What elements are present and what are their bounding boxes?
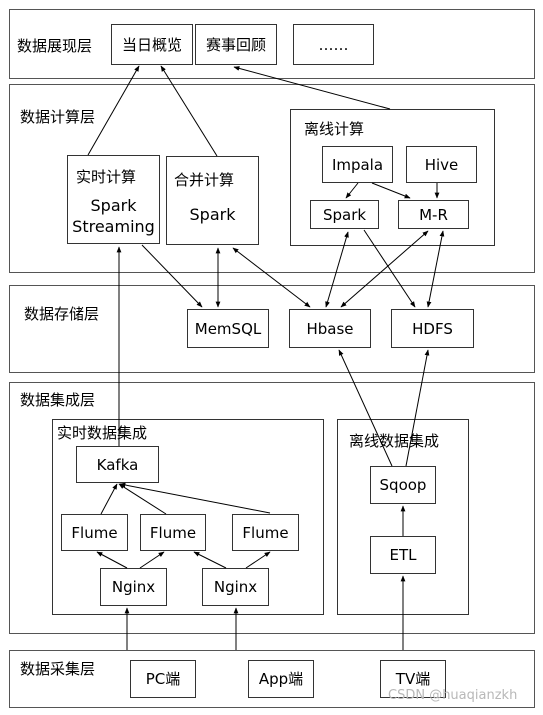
merge-compute-box: 合并计算 Spark [166,156,259,245]
etl-box: ETL [370,536,436,574]
hdfs-box: HDFS [391,309,474,348]
kafka-box: Kafka [76,446,159,483]
integration-layer-label: 数据集成层 [20,391,96,409]
hive-box: Hive [406,146,477,183]
storage-layer-label: 数据存储层 [24,305,100,323]
impala-box: Impala [322,146,393,183]
realtime-compute-body-2: Streaming [72,217,155,236]
offline-compute-title: 离线计算 [304,120,365,138]
collection-layer-label: 数据采集层 [20,660,96,678]
flume-box-1: Flume [61,514,128,551]
merge-compute-body: Spark [189,205,236,224]
app-client-box: App端 [248,660,314,698]
compute-layer-label: 数据计算层 [20,108,96,126]
hbase-box: Hbase [289,309,371,348]
memsql-box: MemSQL [187,309,269,348]
nginx-box-2: Nginx [202,568,269,606]
mapreduce-box: M-R [398,200,469,229]
flume-box-3: Flume [232,514,299,551]
offline-integration-title: 离线数据集成 [349,432,440,450]
pc-client-box: PC端 [130,660,196,698]
offline-integration-box: 离线数据集成 [337,419,469,615]
architecture-diagram: 数据展现层 当日概览 赛事回顾 …… 数据计算层 实时计算 Spark Stre… [0,0,543,715]
presentation-layer-label: 数据展现层 [17,37,93,55]
offline-spark-box: Spark [310,200,379,229]
realtime-compute-body-1: Spark [90,196,137,215]
more-box: …… [293,24,374,65]
merge-compute-title: 合并计算 [174,171,235,189]
daily-overview-box: 当日概览 [111,24,193,65]
realtime-compute-box: 实时计算 Spark Streaming [67,155,160,244]
sqoop-box: Sqoop [370,466,436,504]
flume-box-2: Flume [140,514,206,551]
nginx-box-1: Nginx [100,568,167,606]
realtime-compute-title: 实时计算 [76,168,137,186]
watermark: CSDN @huaqianzkh [388,688,518,703]
realtime-integration-title: 实时数据集成 [57,424,148,442]
match-review-box: 赛事回顾 [195,24,277,65]
